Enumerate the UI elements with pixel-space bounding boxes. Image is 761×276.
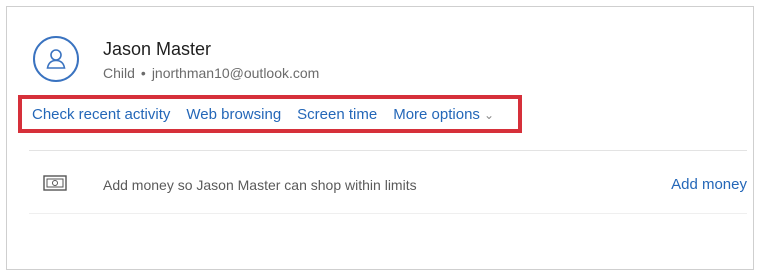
more-options-dropdown[interactable]: More options ⌄ [393, 106, 494, 123]
avatar [33, 36, 79, 82]
action-links-highlight: Check recent activity Web browsing Scree… [18, 95, 522, 133]
member-email: jnorthman10@outlook.com [151, 65, 320, 81]
family-member-card: Jason Master Child • jnorthman10@outlook.c… [6, 6, 754, 270]
chevron-down-icon: ⌄ [483, 107, 494, 122]
separator-dot: • [140, 65, 146, 81]
divider [29, 213, 747, 214]
member-name: Jason Master [103, 39, 212, 59]
screen-time-link[interactable]: Screen time [297, 106, 377, 123]
web-browsing-link[interactable]: Web browsing [186, 106, 281, 123]
add-money-message: Add money so Jason Master can shop withi… [103, 177, 417, 193]
member-role: Child [103, 65, 135, 81]
divider [29, 150, 747, 151]
person-icon [46, 49, 66, 69]
member-details: Child • jnorthman10@outlook.com [103, 65, 319, 81]
add-money-link[interactable]: Add money [671, 176, 747, 193]
add-money-row: Add money so Jason Master can shop withi… [29, 157, 747, 211]
more-options-label: More options [393, 105, 480, 123]
check-recent-activity-link[interactable]: Check recent activity [32, 106, 170, 123]
money-icon [43, 174, 67, 197]
